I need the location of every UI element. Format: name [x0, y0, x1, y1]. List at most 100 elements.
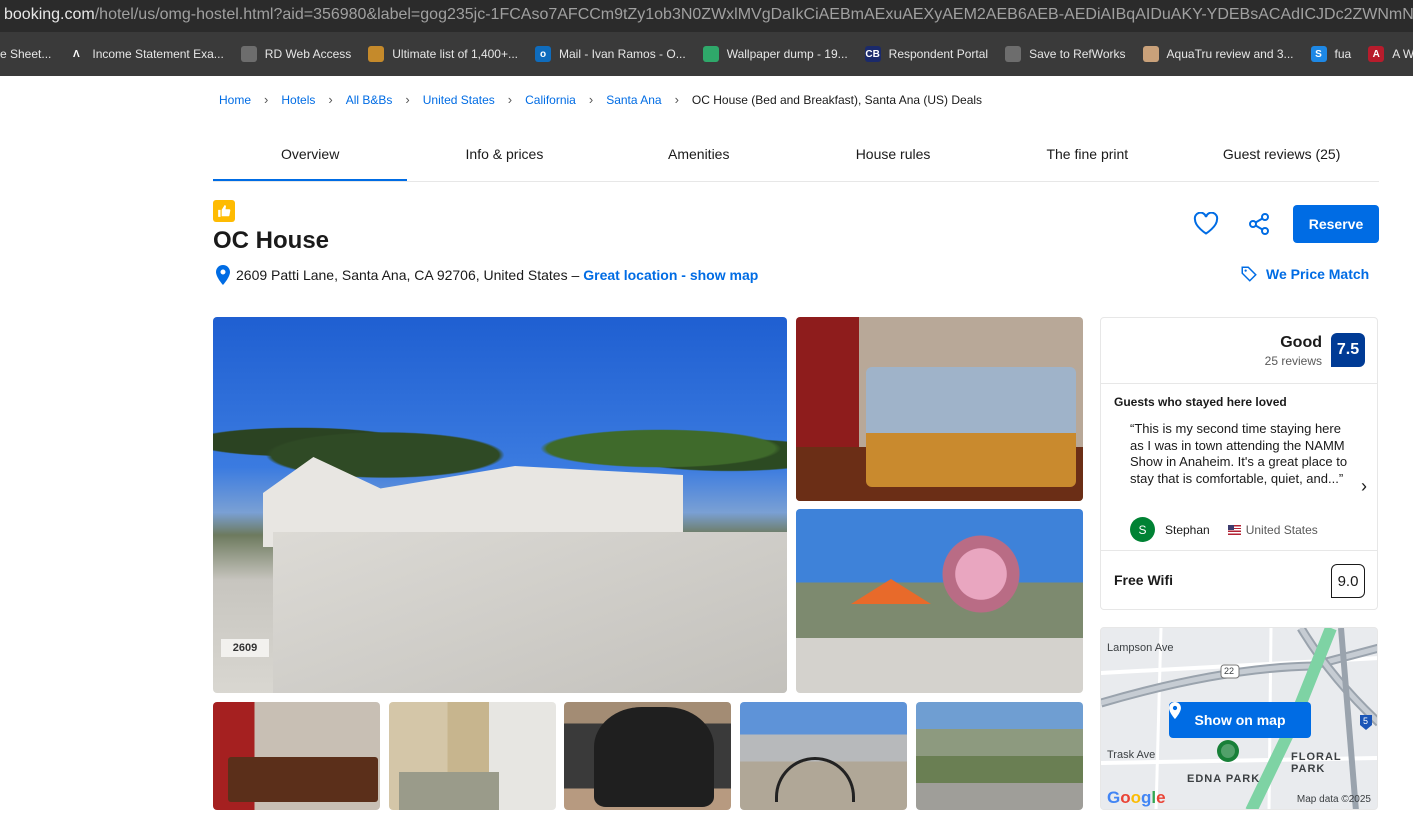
- photo-bed: [866, 367, 1076, 487]
- photo-thumb-river[interactable]: [916, 702, 1083, 810]
- bookmark-item[interactable]: AquaTru review and 3...: [1142, 46, 1294, 62]
- review-summary-card[interactable]: Good 25 reviews 7.5 Guests who stayed he…: [1100, 317, 1378, 610]
- pencil-icon: [368, 46, 385, 62]
- heart-icon[interactable]: [1193, 211, 1219, 241]
- map-label-floral-park: FLORAL PARK: [1291, 751, 1342, 775]
- bookmark-item[interactable]: Wallpaper dump - 19...: [702, 46, 848, 62]
- chevron-right-icon: ›: [507, 92, 513, 107]
- show-on-map-label: Show on map: [1194, 712, 1286, 728]
- breadcrumb-california[interactable]: California: [525, 93, 576, 107]
- breadcrumb-bnbs[interactable]: All B&Bs: [346, 93, 393, 107]
- bookmark-item[interactable]: e Sheet...: [0, 47, 51, 61]
- photo-backyard[interactable]: [796, 509, 1083, 693]
- cb-icon: CB: [864, 46, 881, 62]
- photo-thumb-bike-path[interactable]: [740, 702, 907, 810]
- main-photo-house-exterior[interactable]: 2609: [213, 317, 787, 693]
- photo-bedroom-twin[interactable]: [796, 317, 1083, 501]
- avatar: S: [1130, 517, 1155, 542]
- photo-thumb-bathroom[interactable]: [389, 702, 556, 810]
- tag-icon: [1241, 266, 1257, 282]
- map-label-edna-park: EDNA PARK: [1187, 773, 1261, 785]
- review-heading: Guests who stayed here loved: [1114, 395, 1287, 409]
- chevron-right-icon: ›: [328, 92, 333, 107]
- price-match-link[interactable]: We Price Match: [1240, 265, 1369, 283]
- rating-word: Good: [1280, 334, 1322, 351]
- avatar-icon: [1142, 46, 1159, 62]
- divider: [1101, 550, 1377, 551]
- property-tabs: Overview Info & prices Amenities House r…: [213, 132, 1379, 182]
- photo-sink: [399, 772, 499, 810]
- bookmark-item[interactable]: RD Web Access: [240, 46, 351, 62]
- bookmark-label: fua: [1334, 47, 1352, 61]
- map-attribution: Map data ©2025: [1296, 794, 1371, 805]
- bookmark-label: Mail - Ivan Ramos - O...: [559, 47, 686, 61]
- tab-guest-reviews[interactable]: Guest reviews (25): [1184, 132, 1378, 181]
- wifi-score-badge: 9.0: [1331, 564, 1365, 598]
- bookmark-item[interactable]: Save to RefWorks: [1005, 46, 1126, 62]
- bookmark-label: Wallpaper dump - 19...: [726, 47, 848, 61]
- chevron-right-icon: ›: [588, 92, 594, 107]
- bookmark-item[interactable]: Ultimate list of 1,400+...: [368, 46, 518, 62]
- bookmark-item[interactable]: CB Respondent Portal: [864, 46, 989, 62]
- property-address: 2609 Patti Lane, Santa Ana, CA 92706, Un…: [216, 265, 758, 285]
- address-text: 2609 Patti Lane, Santa Ana, CA 92706, Un…: [236, 267, 580, 283]
- url-path: /hotel/us/omg-hostel.html?aid=356980&lab…: [94, 6, 1413, 23]
- tab-fine-print[interactable]: The fine print: [990, 132, 1184, 181]
- s-icon: S: [1310, 46, 1327, 62]
- share-icon[interactable]: [1247, 212, 1271, 241]
- a-logo-icon: Λ: [68, 46, 85, 62]
- chevron-right-icon: ›: [674, 92, 679, 107]
- map-pin-icon: [216, 265, 230, 285]
- review-quote: “This is my second time staying here as …: [1130, 421, 1348, 486]
- bookmark-item[interactable]: Λ Income Statement Exa...: [68, 46, 224, 62]
- tab-house-rules[interactable]: House rules: [796, 132, 990, 181]
- bookmark-label: Respondent Portal: [888, 47, 989, 61]
- breadcrumb: Home › Hotels › All B&Bs › United States…: [219, 92, 982, 107]
- photo-umbrella: [851, 579, 931, 604]
- globe-icon: [240, 46, 257, 62]
- photo-bicycle: [775, 757, 855, 802]
- google-logo: Google: [1107, 788, 1166, 807]
- photo-pot: [594, 707, 714, 807]
- address-bar[interactable]: booking.com/hotel/us/omg-hostel.html?aid…: [0, 0, 1413, 32]
- map-pin-icon: [1169, 702, 1181, 719]
- bookmark-label: Ultimate list of 1,400+...: [392, 47, 518, 61]
- photo-thumb-planter[interactable]: [564, 702, 731, 810]
- reserve-button[interactable]: Reserve: [1293, 205, 1379, 243]
- bookmark-item[interactable]: o Mail - Ivan Ramos - O...: [535, 46, 686, 62]
- arizona-icon: A: [1368, 46, 1385, 62]
- chevron-right-icon[interactable]: ›: [1361, 476, 1367, 497]
- map-label-trask: Trask Ave: [1107, 749, 1156, 761]
- author-country: United States: [1245, 522, 1318, 537]
- photo-blossom-tree: [936, 529, 1026, 619]
- bookmark-label: Income Statement Exa...: [92, 47, 224, 61]
- author-name: Stephan: [1165, 522, 1210, 537]
- bookmark-label: e Sheet...: [0, 47, 52, 61]
- thumbs-up-icon: [213, 200, 235, 222]
- breadcrumb-home[interactable]: Home: [219, 93, 251, 107]
- breadcrumb-united-states[interactable]: United States: [423, 93, 495, 107]
- breadcrumb-hotels[interactable]: Hotels: [281, 93, 315, 107]
- outlook-icon: o: [535, 46, 551, 62]
- bookmark-item[interactable]: A A Week in the: [1368, 46, 1413, 62]
- bookmark-label: A Week in the: [1392, 47, 1413, 61]
- chevron-right-icon: ›: [264, 92, 269, 107]
- image-icon: [702, 46, 719, 62]
- wifi-label: Free Wifi: [1114, 572, 1173, 588]
- bookmark-label: AquaTru review and 3...: [1166, 47, 1294, 61]
- show-on-map-button[interactable]: Show on map: [1169, 702, 1311, 738]
- tab-amenities[interactable]: Amenities: [602, 132, 796, 181]
- show-map-link[interactable]: Great location - show map: [583, 267, 758, 283]
- chevron-right-icon: ›: [405, 92, 410, 107]
- price-match-label: We Price Match: [1266, 266, 1370, 282]
- map-preview[interactable]: Lampson Ave Trask Ave EDNA PARK FLORAL P…: [1100, 627, 1378, 810]
- divider: [1101, 383, 1377, 384]
- bookmark-item[interactable]: Sfua: [1310, 46, 1352, 62]
- tab-info-prices[interactable]: Info & prices: [407, 132, 601, 181]
- bookmarks-bar: e Sheet... Λ Income Statement Exa... RD Web…: [0, 32, 1413, 76]
- photo-bed: [228, 757, 378, 802]
- photo-thumb-bedroom[interactable]: [213, 702, 380, 810]
- breadcrumb-current: OC House (Bed and Breakfast), Santa Ana …: [691, 92, 983, 107]
- breadcrumb-santa-ana[interactable]: Santa Ana: [606, 93, 661, 107]
- tab-overview[interactable]: Overview: [213, 132, 408, 181]
